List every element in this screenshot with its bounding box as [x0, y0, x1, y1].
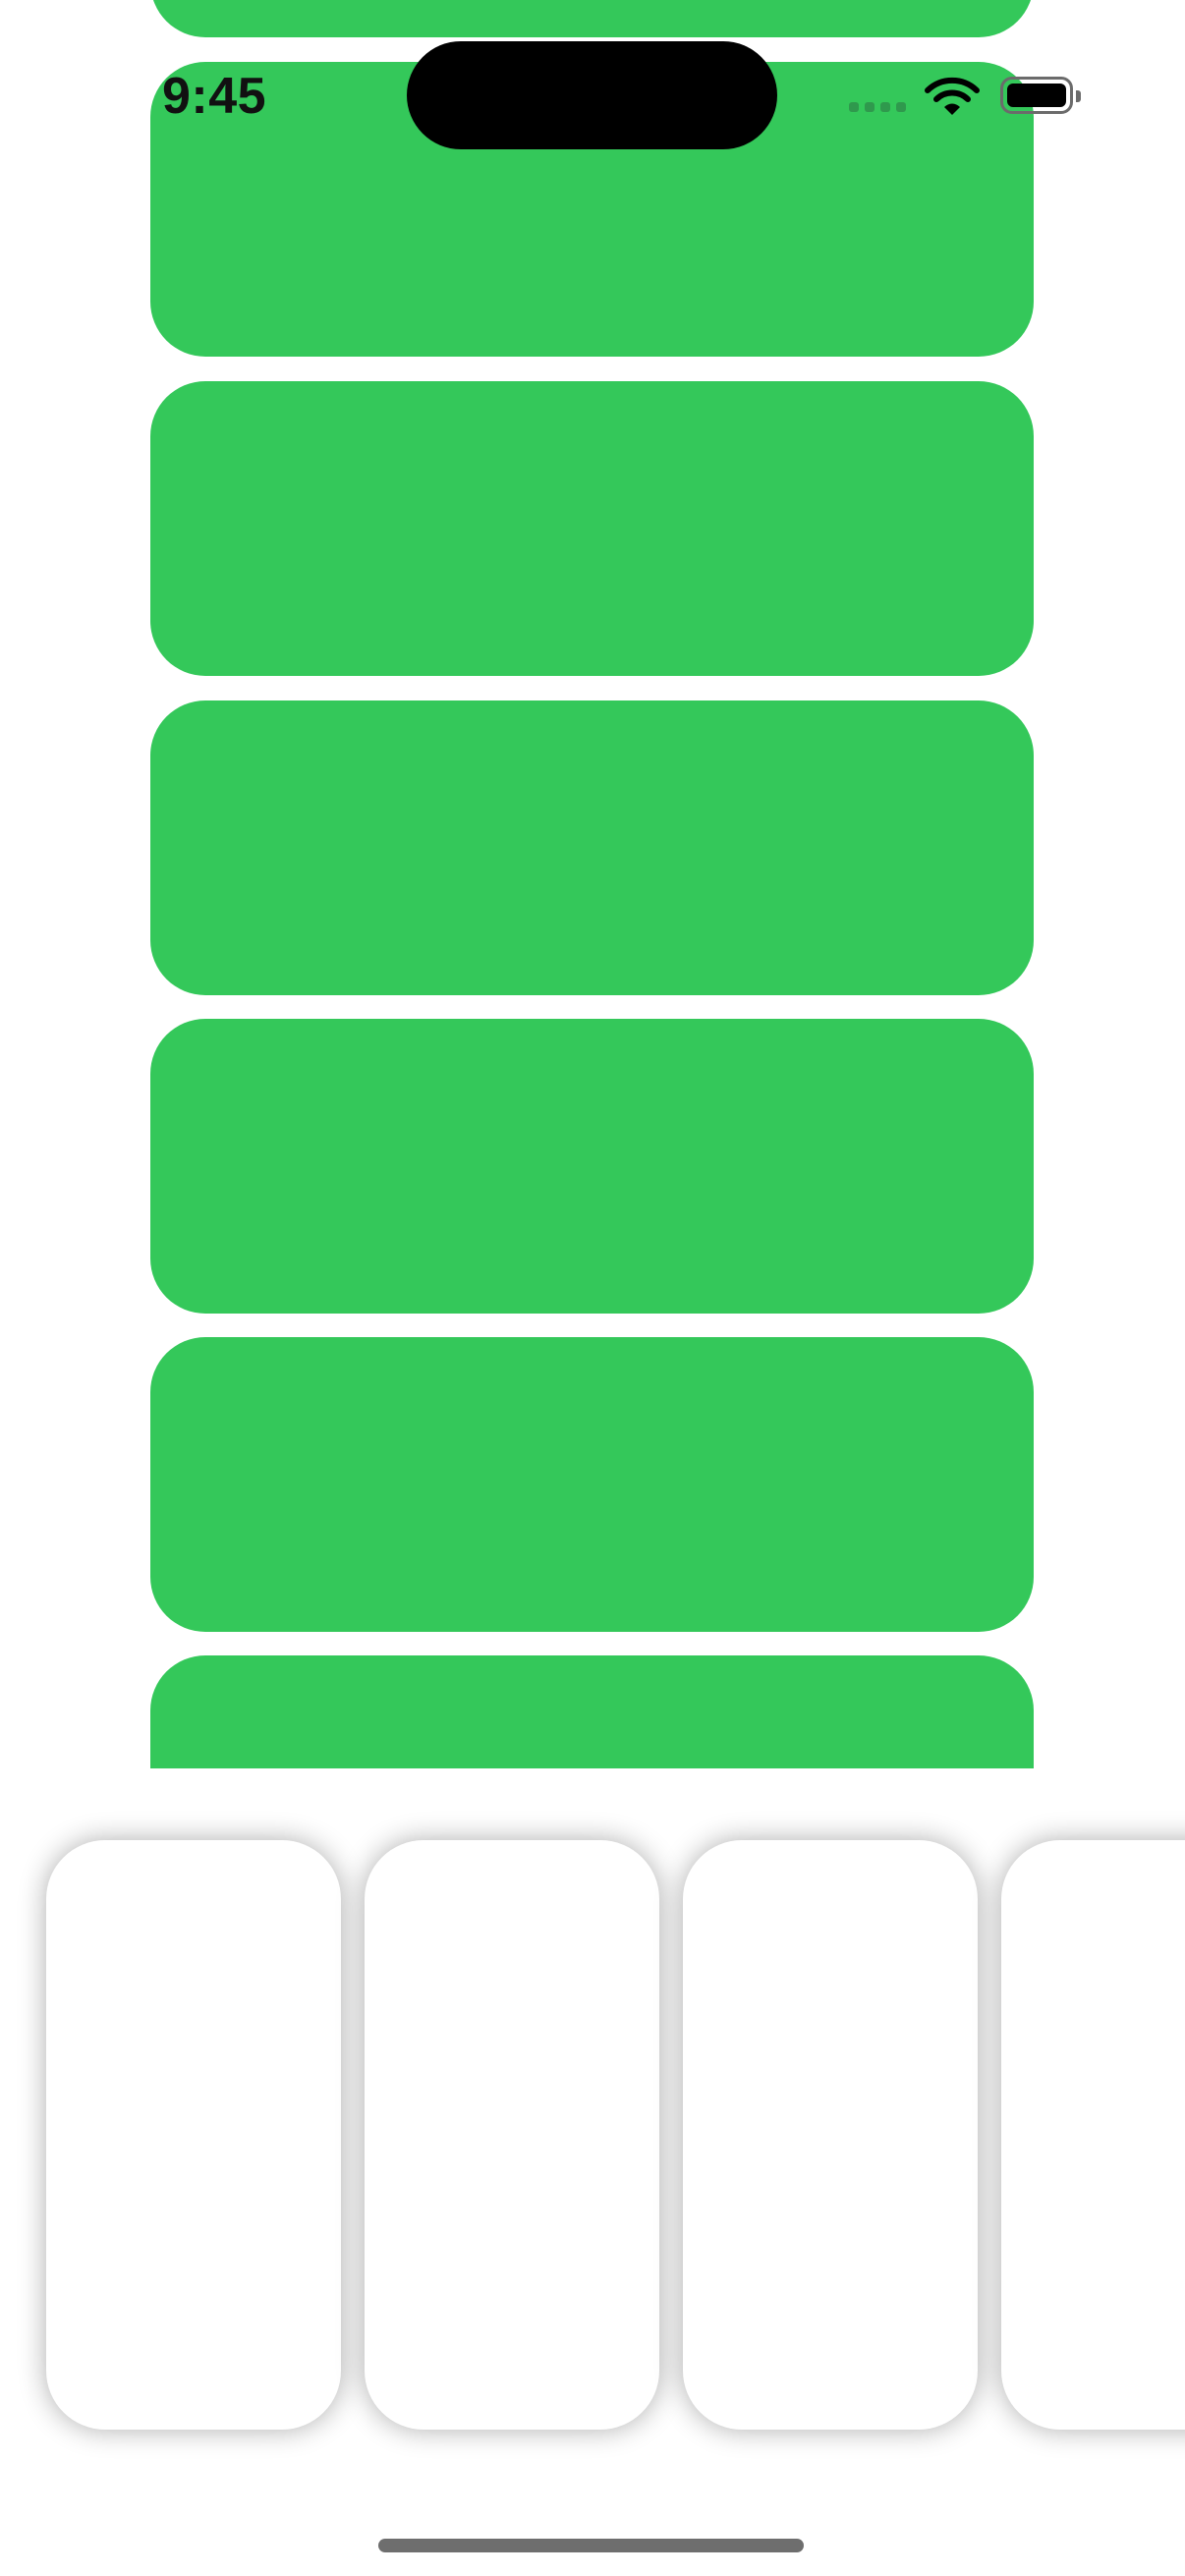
cellular-signal-icon: [849, 102, 908, 116]
horizontal-card-list[interactable]: [0, 1768, 1185, 2515]
white-card[interactable]: [683, 1840, 978, 2430]
green-card[interactable]: [150, 1337, 1034, 1632]
vertical-card-list[interactable]: [0, 0, 1185, 1768]
status-time: 9:45: [162, 68, 267, 125]
white-card[interactable]: [1001, 1840, 1185, 2430]
dynamic-island: [407, 41, 777, 149]
white-card[interactable]: [46, 1840, 341, 2430]
battery-cap: [1076, 90, 1081, 102]
green-card[interactable]: [150, 381, 1034, 676]
status-bar: 9:45: [0, 0, 1185, 149]
wifi-icon: [925, 77, 980, 115]
green-card[interactable]: [150, 1655, 1034, 1768]
battery-icon: [1000, 77, 1073, 114]
battery-level: [1007, 84, 1066, 107]
green-card[interactable]: [150, 1019, 1034, 1314]
green-card[interactable]: [150, 700, 1034, 995]
home-indicator[interactable]: [378, 2539, 804, 2552]
white-card[interactable]: [365, 1840, 659, 2430]
app-screen: 9:45: [0, 0, 1185, 2576]
